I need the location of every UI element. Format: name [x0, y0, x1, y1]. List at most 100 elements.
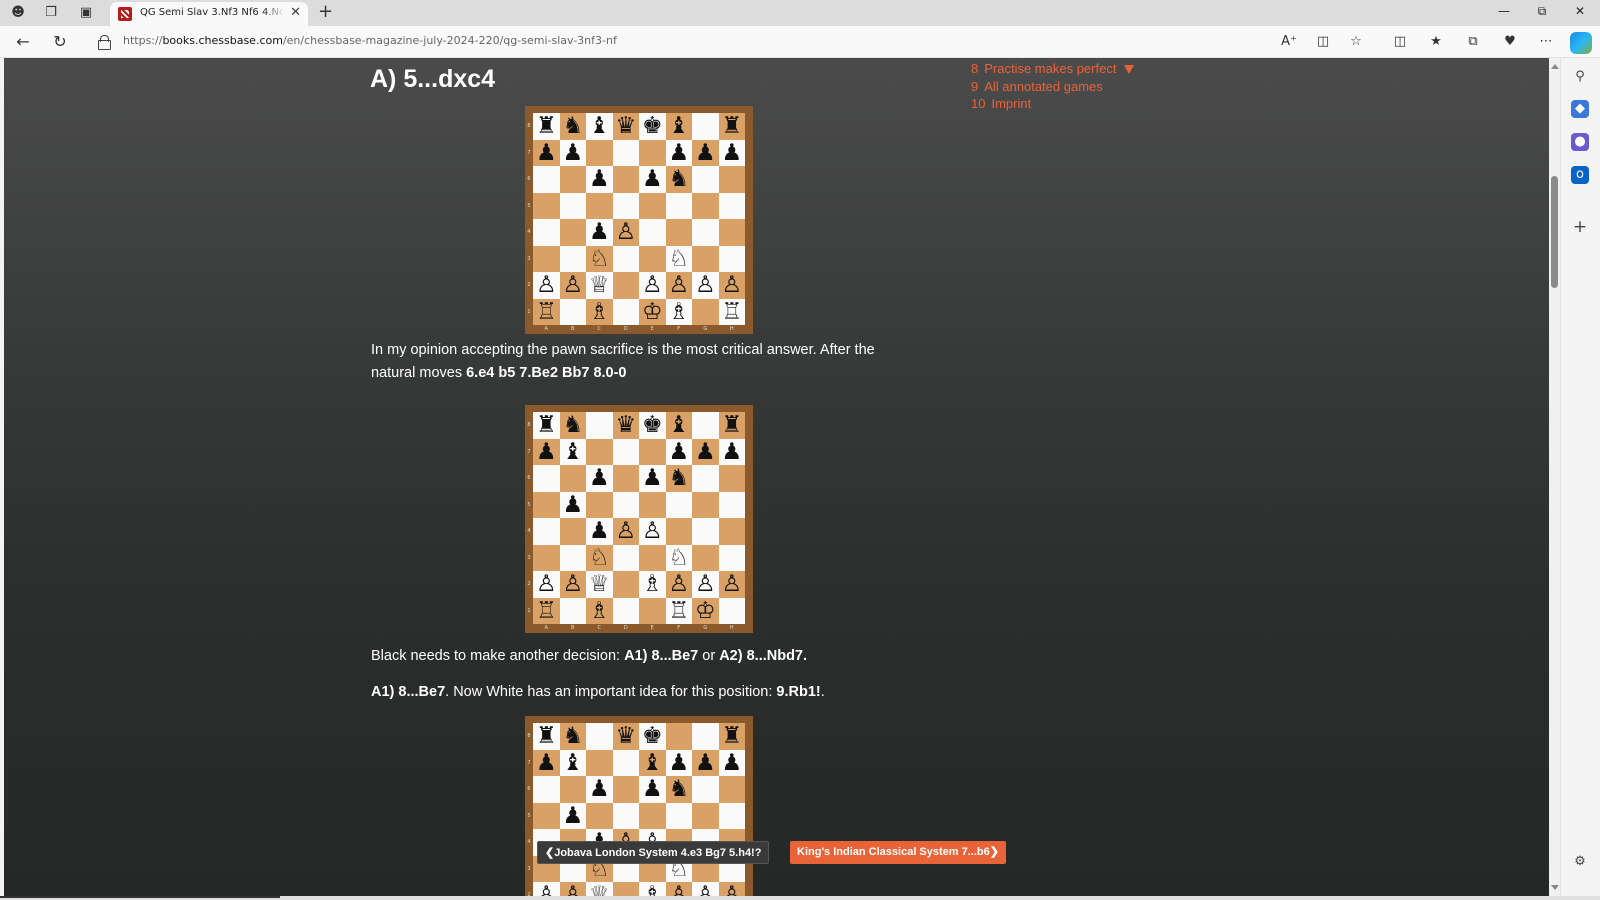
chess-diagram-2[interactable]: ♜ ♞ ♛ ♚ ♝ ♜ 8 ♟ ♝ ♟ ♟ ♟ 7 ♟ ♟ ♞ 6 ♟ 5 ♟ ♙ ♙ 4 ♘ ♘ 3 ♙ ♙ ♕ ♗ ♙ ♙ ♙ 2 ♖ ♗ ♖ ♔ 1 A… — [525, 405, 753, 633]
next-article-button[interactable]: King's Indian Classical System 7...b6❯ — [790, 841, 1006, 864]
white-pawn-icon: ♙ — [639, 518, 666, 545]
black-pawn-icon: ♟ — [718, 749, 745, 776]
white-rook-icon: ♖ — [665, 597, 692, 624]
black-rook-icon: ♜ — [533, 113, 560, 140]
chess-diagram-3[interactable]: ♜♞♛♚♜8♟♝♝♟♟♟7♟♟♞6♟5♟♙♙4♘♘3♙♙♕♗♙♙♙2♖♗♖♔1A… — [525, 716, 753, 896]
url-text[interactable]: https://books.chessbase.com/en/chessbase… — [123, 34, 617, 47]
board-square — [692, 802, 719, 829]
rank-label: 6 — [527, 475, 531, 481]
rank-label: 3 — [527, 255, 531, 262]
browser-essentials-icon[interactable]: ♥ — [1499, 32, 1521, 52]
black-pawn-icon: ♟ — [639, 465, 666, 492]
white-knight-icon: ♘ — [586, 544, 613, 571]
restore-icon[interactable]: ⧉ — [1527, 4, 1557, 19]
favorite-star-icon[interactable]: ☆ — [1345, 32, 1367, 52]
white-pawn-icon: ♙ — [559, 272, 586, 299]
board-square — [612, 571, 639, 598]
previous-article-button[interactable]: ❮Jobava London System 4.e3 Bg7 5.h4!? — [537, 841, 770, 864]
sidebar-add-icon[interactable]: + — [1571, 218, 1589, 236]
lock-icon[interactable] — [98, 35, 111, 50]
sidebar-search-icon[interactable]: ⚲ — [1571, 68, 1589, 86]
board-square — [586, 491, 613, 518]
paragraph-decision: Black needs to make another decision: A1… — [371, 648, 808, 664]
board-square — [639, 544, 666, 571]
scroll-thumb[interactable] — [1551, 176, 1558, 288]
workspaces-icon[interactable]: ❐ — [40, 3, 62, 23]
board-square — [612, 749, 639, 776]
black-pawn-icon: ♟ — [665, 139, 692, 166]
sidebar-settings-icon[interactable]: ⚙ — [1571, 853, 1589, 871]
board-square — [612, 776, 639, 803]
sidebar-outlook-icon[interactable]: o — [1571, 166, 1589, 184]
collections-icon[interactable]: ⧉ — [1462, 32, 1484, 52]
board-square — [639, 802, 666, 829]
more-menu-icon[interactable]: ⋯ — [1535, 32, 1557, 52]
scroll-up-icon[interactable] — [1551, 64, 1559, 69]
dropdown-arrow-icon[interactable] — [1124, 65, 1135, 74]
board-square — [533, 802, 560, 829]
rank-label: 3 — [527, 865, 531, 872]
title-bar: ☻ ❐ ▣ QG Semi Slav 3.Nf3 Nf6 4.Nc3 e6 ✕ … — [0, 0, 1600, 26]
chess-diagram-1[interactable]: ♜ ♞ ♝ ♛ ♚ ♝ ♜ 8 ♟ ♟ ♟ ♟ ♟ 7 ♟ ♟ ♞ 6 5 ♟ ♙ 4 ♘ ♘ 3 ♙ ♙ ♕ ♙ ♙ ♙ ♙ 2 ♖ ♗ ♔ ♗ ♖ 1 A… — [525, 106, 753, 334]
scroll-down-icon[interactable] — [1551, 885, 1559, 890]
rank-label: 6 — [527, 176, 531, 182]
black-pawn-icon: ♟ — [586, 219, 613, 246]
favorites-icon[interactable]: ★ — [1425, 32, 1447, 52]
toc-item-9[interactable]: 9 All annotated games — [971, 78, 1134, 96]
board-square — [718, 491, 745, 518]
rank-label: 8 — [527, 422, 531, 428]
board-square — [692, 544, 719, 571]
scrollbar[interactable] — [1549, 58, 1560, 896]
read-aloud-icon[interactable]: A⁺ — [1278, 32, 1300, 52]
tab-active[interactable]: QG Semi Slav 3.Nf3 Nf6 4.Nc3 e6 ✕ — [110, 2, 308, 26]
copilot-icon[interactable] — [1570, 32, 1592, 54]
toc-item-8[interactable]: 8 Practise makes perfect — [971, 60, 1135, 78]
black-rook-icon: ♜ — [533, 412, 560, 439]
toc-item-10[interactable]: 10 Imprint — [971, 95, 1134, 113]
refresh-icon[interactable]: ↻ — [49, 32, 71, 52]
board-square — [559, 219, 586, 246]
board-square — [533, 219, 560, 246]
board-square — [665, 518, 692, 545]
black-pawn-icon: ♟ — [559, 139, 586, 166]
board-square — [533, 465, 560, 492]
immersive-reader-icon[interactable]: ◫ — [1312, 32, 1334, 52]
board-square — [639, 139, 666, 166]
board-square — [692, 518, 719, 545]
white-pawn-icon: ♙ — [718, 272, 745, 299]
board-square — [718, 166, 745, 193]
rank-label: 1 — [527, 308, 531, 315]
white-queen-icon: ♕ — [586, 571, 613, 598]
black-knight-icon: ♞ — [559, 723, 586, 750]
white-queen-icon: ♕ — [586, 272, 613, 299]
back-icon[interactable]: ← — [12, 32, 34, 52]
file-label: E — [650, 625, 654, 631]
section-heading: A) 5...dxc4 — [370, 65, 496, 93]
black-pawn-icon: ♟ — [586, 166, 613, 193]
sidebar-shopping-icon[interactable]: ◆ — [1571, 100, 1589, 118]
page-viewport: A) 5...dxc4 8 Practise makes perfect 9 All… — [4, 58, 1552, 896]
tab-close-icon[interactable]: ✕ — [290, 5, 301, 20]
rank-label: 8 — [527, 123, 531, 129]
black-bishop-icon: ♝ — [559, 749, 586, 776]
board-square — [639, 245, 666, 272]
file-label: D — [623, 625, 628, 631]
profile-icon[interactable]: ☻ — [7, 3, 29, 23]
tab-title: QG Semi Slav 3.Nf3 Nf6 4.Nc3 e6 — [140, 7, 285, 18]
board-square — [692, 113, 719, 140]
board-square — [692, 219, 719, 246]
paragraph-a1: A1) 8...Be7. Now White has an important … — [371, 684, 825, 700]
window-close-icon[interactable]: ✕ — [1565, 4, 1595, 18]
board-square — [559, 465, 586, 492]
black-bishop-icon: ♝ — [586, 113, 613, 140]
url-field[interactable]: https://books.chessbase.com/en/chessbase… — [90, 30, 1260, 54]
split-screen-icon[interactable]: ◫ — [1389, 32, 1411, 52]
board-square — [718, 802, 745, 829]
new-tab-icon[interactable]: + — [318, 1, 333, 22]
white-knight-icon: ♘ — [665, 245, 692, 272]
file-label: F — [677, 326, 681, 332]
tab-actions-icon[interactable]: ▣ — [75, 3, 97, 23]
sidebar-office-icon[interactable]: ● — [1571, 133, 1589, 151]
minimize-icon[interactable]: — — [1489, 4, 1519, 18]
rank-label: 7 — [527, 448, 531, 455]
